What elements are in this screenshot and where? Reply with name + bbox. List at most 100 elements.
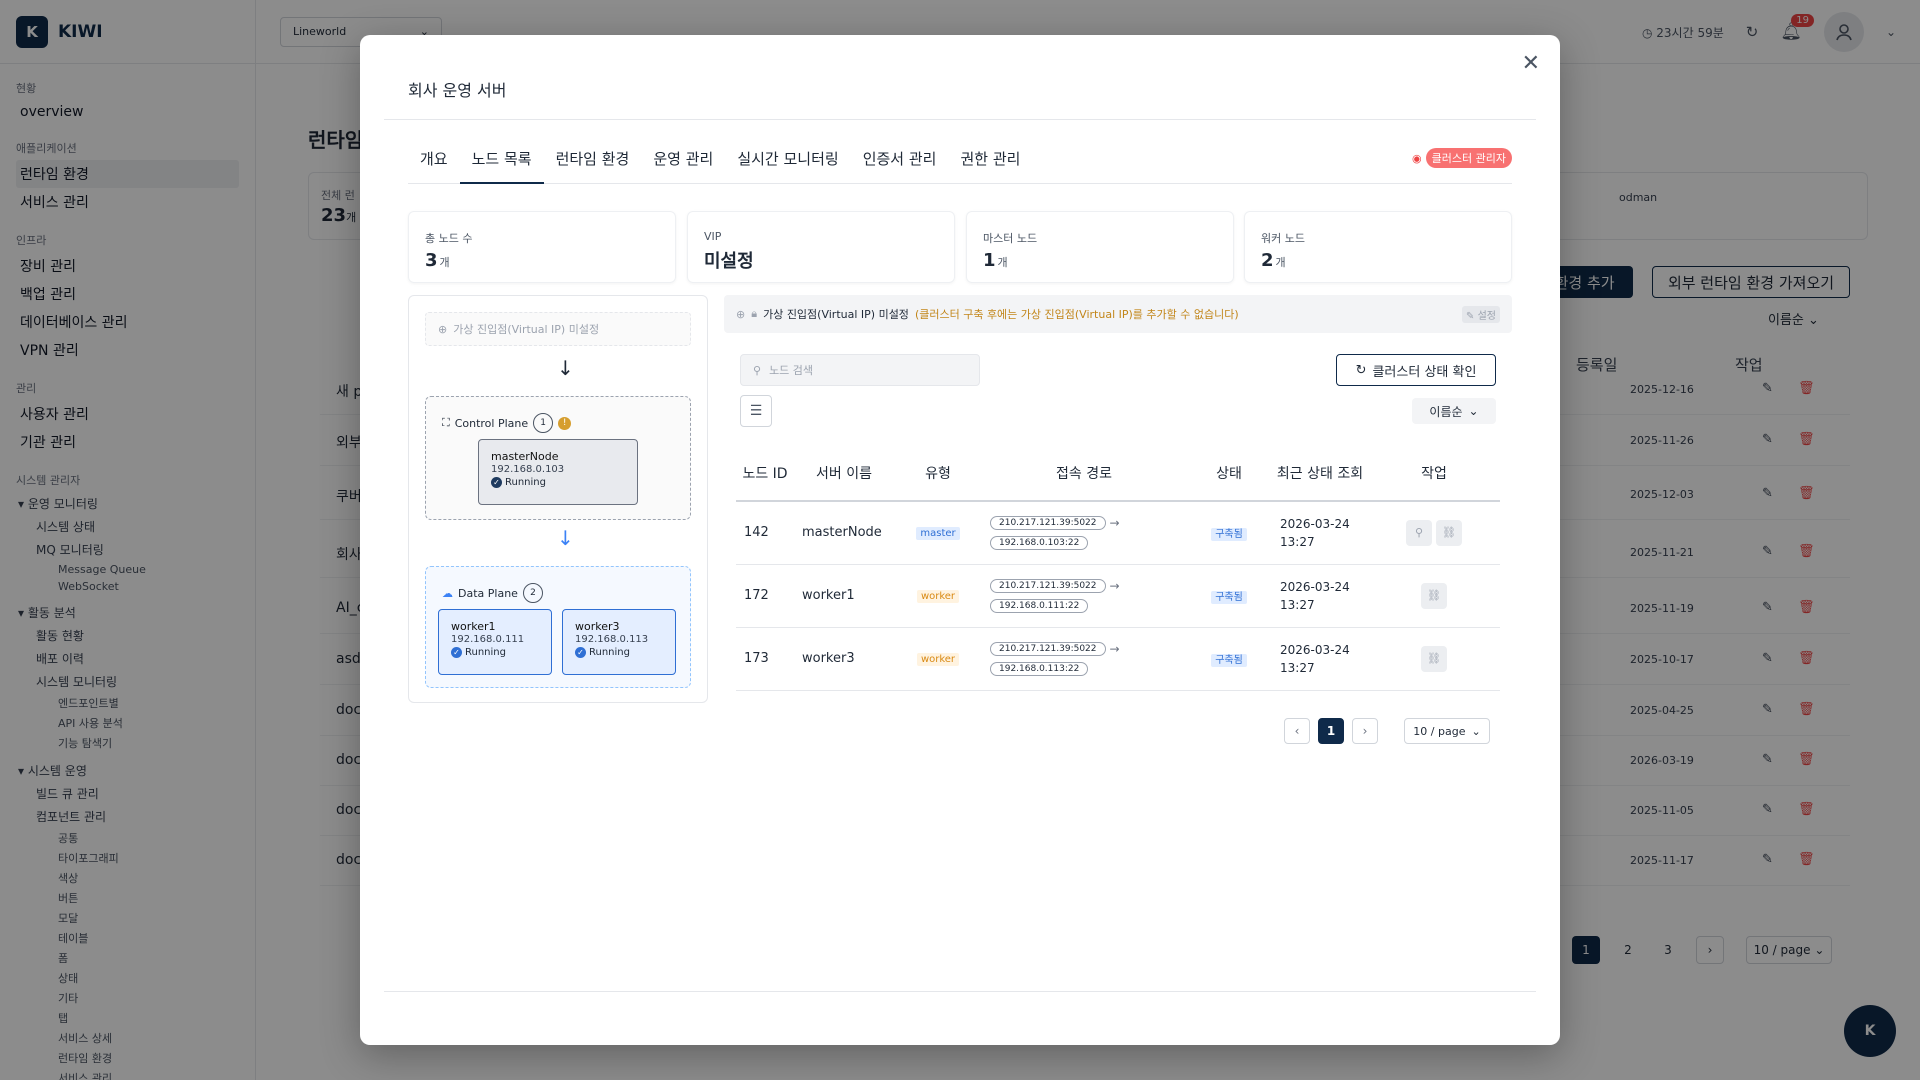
close-icon[interactable]: ✕ (1522, 51, 1540, 76)
per-page-label: 10 / page (1413, 724, 1466, 738)
tab-permissions[interactable]: 권한 관리 (948, 148, 1032, 184)
stat-label: 총 노드 수 (425, 232, 473, 245)
data-plane-count: 2 (522, 583, 543, 603)
tab-overview[interactable]: 개요 (408, 148, 460, 184)
node-status-text: Running (589, 647, 630, 658)
cell-status: 구축됨 (1186, 501, 1272, 565)
check-cluster-status-button[interactable]: ↻ 클러스터 상태 확인 (1336, 354, 1496, 386)
tab-operations[interactable]: 운영 관리 (641, 148, 725, 184)
col-type: 유형 (894, 447, 982, 502)
internal-address: 192.168.0.111:22 (990, 598, 1089, 613)
cell-access-path: 210.217.121.39:5022 → 192.168.0.113:22 (982, 627, 1186, 691)
cell-type: worker (894, 627, 982, 691)
internal-address: 192.168.0.113:22 (990, 661, 1089, 676)
cell-access-path: 210.217.121.39:5022 → 192.168.0.103:22 (982, 501, 1186, 565)
vip-notice-note: (클러스터 구축 후에는 가상 진입점(Virtual IP)를 추가할 수 없… (914, 308, 1239, 321)
stat-total-nodes: 총 노드 수 3개 (408, 211, 676, 283)
cell-server-name: worker3 (794, 627, 894, 691)
control-plane-box: ⛶ Control Plane 1 ! masterNode 192.168.0… (425, 396, 691, 520)
table-row[interactable]: 142 masterNode master 210.217.121.39:5022 → 1… (736, 501, 1500, 565)
cell-type: master (894, 501, 982, 565)
status-badge: 구축됨 (1211, 653, 1247, 667)
stat-unit: 개 (997, 256, 1008, 269)
cell-server-name: masterNode (794, 501, 894, 565)
link-icon[interactable]: ⛓ (1421, 645, 1447, 672)
check-date: 2026-03-24 (1280, 579, 1350, 594)
cell-last-check: 2026-03-24 13:27 (1272, 627, 1368, 691)
chevron-down-icon: ⌄ (1471, 724, 1481, 738)
cell-status: 구축됨 (1186, 564, 1272, 628)
globe-icon: ⊕ (736, 307, 746, 321)
stat-label: 마스터 노드 (983, 232, 1038, 245)
tab-certificates[interactable]: 인증서 관리 (851, 148, 949, 184)
node-status: ✓ Running (491, 477, 625, 488)
sort-select[interactable]: 이름순 ⌄ (1412, 398, 1496, 424)
col-access-path: 접속 경로 (982, 447, 1186, 502)
cell-type: worker (894, 564, 982, 628)
stat-value-wrap: 2개 (1261, 250, 1495, 271)
vip-placeholder-text: 가상 진입점(Virtual IP) 미설정 (453, 323, 600, 336)
sort-label: 이름순 (1429, 404, 1463, 419)
node-table: 노드 ID 서버 이름 유형 접속 경로 상태 최근 상태 조회 작업 142 m… (736, 447, 1500, 691)
col-last-check: 최근 상태 조회 (1272, 447, 1368, 502)
next-page-icon[interactable]: › (1352, 718, 1378, 744)
cloud-icon: ☁ (442, 586, 453, 600)
eye-icon: ◉ (1412, 151, 1422, 165)
link-icon[interactable]: ⛓ (1436, 519, 1462, 546)
prev-page-icon[interactable]: ‹ (1284, 718, 1310, 744)
search-node-icon[interactable]: ⚲ (1406, 519, 1432, 546)
link-icon[interactable]: ⛓ (1421, 582, 1447, 609)
stat-value: 3 (425, 250, 438, 271)
node-name: worker1 (451, 620, 496, 633)
topology-panel: ⊕ 가상 진입점(Virtual IP) 미설정 ↓ ⛶ Control Pla… (408, 295, 708, 703)
col-actions: 작업 (1368, 447, 1500, 502)
cell-node-id: 142 (736, 501, 794, 565)
check-icon: ✓ (575, 647, 586, 658)
table-row[interactable]: 172 worker1 worker 210.217.121.39:5022 → 192.… (736, 564, 1500, 628)
warning-icon: ! (558, 416, 572, 430)
worker-node-card[interactable]: worker3 192.168.0.113 ✓ Running (562, 609, 676, 675)
node-status: ✓ Running (575, 647, 663, 658)
vip-setting-button[interactable]: ✎ 설정 (1462, 306, 1500, 323)
check-cluster-label: 클러스터 상태 확인 (1372, 364, 1477, 380)
control-plane-header: ⛶ Control Plane 1 ! (442, 413, 572, 433)
col-node-id: 노드 ID (736, 447, 794, 502)
tab-nodes[interactable]: 노드 목록 (459, 148, 544, 184)
node-ip: 192.168.0.113 (575, 634, 649, 645)
cell-actions: ⛓ (1368, 564, 1500, 628)
divider (384, 991, 1536, 992)
control-plane-count: 1 (533, 413, 554, 433)
check-date: 2026-03-24 (1280, 642, 1350, 657)
arrow-down-icon: ↓ (557, 526, 574, 550)
node-search-input[interactable]: ⚲ 노드 검색 (740, 354, 980, 386)
external-address: 210.217.121.39:5022 (990, 641, 1106, 656)
per-page-select[interactable]: 10 / page ⌄ (1404, 718, 1490, 744)
page-1[interactable]: 1 (1318, 718, 1344, 744)
stat-value-wrap: 3개 (425, 250, 659, 271)
cell-actions: ⛓ (1368, 627, 1500, 691)
internal-address: 192.168.0.103:22 (990, 535, 1089, 550)
type-badge: worker (916, 653, 960, 666)
stat-master-nodes: 마스터 노드 1개 (966, 211, 1234, 283)
lock-icon: 🔒︎ (751, 307, 758, 320)
tab-runtime[interactable]: 런타임 환경 (544, 148, 642, 184)
node-search-placeholder: 노드 검색 (769, 364, 814, 377)
type-badge: master (916, 527, 960, 541)
cell-node-id: 173 (736, 627, 794, 691)
divider (384, 119, 1536, 120)
tab-monitoring[interactable]: 실시간 모니터링 (725, 148, 850, 184)
worker-node-card[interactable]: worker1 192.168.0.111 ✓ Running (438, 609, 552, 675)
master-node-card[interactable]: masterNode 192.168.0.103 ✓ Running (478, 439, 638, 505)
node-table-body: 142 masterNode master 210.217.121.39:5022 → 1… (736, 501, 1500, 691)
filter-button[interactable]: ☰ (740, 395, 772, 427)
arrow-right-icon: → (1109, 515, 1120, 530)
cell-actions: ⚲ ⛓ (1368, 501, 1500, 565)
access-line: 210.217.121.39:5022 → (990, 641, 1186, 656)
access-line: 210.217.121.39:5022 → (990, 578, 1186, 593)
node-status-text: Running (505, 477, 546, 488)
vip-notice-text: 가상 진입점(Virtual IP) 미설정 (763, 308, 909, 321)
table-row[interactable]: 173 worker3 worker 210.217.121.39:5022 → 192.… (736, 627, 1500, 691)
col-server-name: 서버 이름 (794, 447, 894, 502)
check-time: 13:27 (1280, 534, 1315, 549)
stat-worker-nodes: 워커 노드 2개 (1244, 211, 1512, 283)
